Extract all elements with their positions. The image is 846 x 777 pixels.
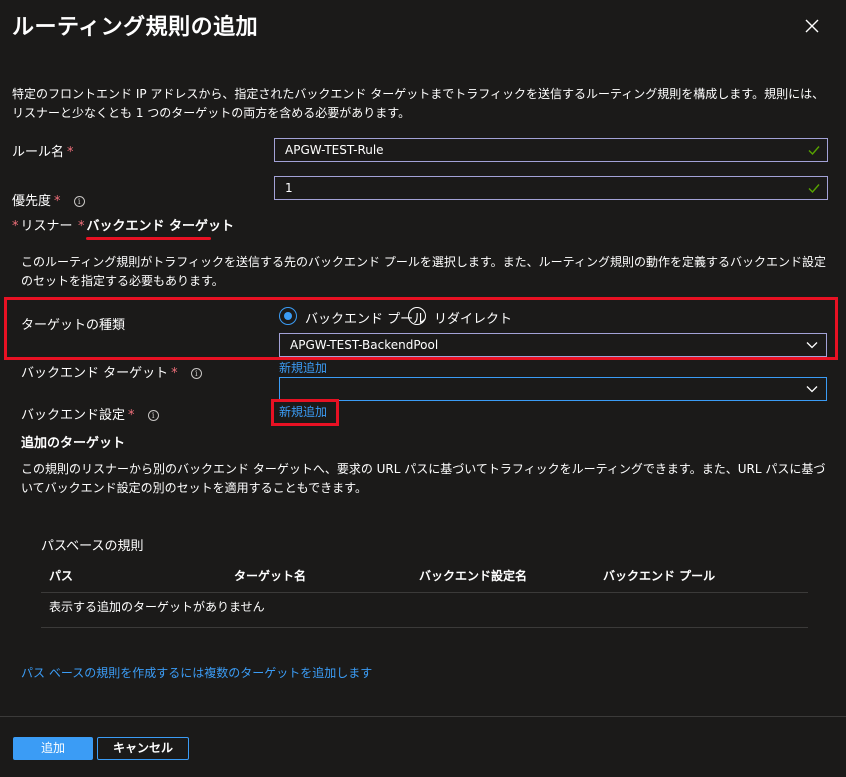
chevron-down-icon [806, 342, 818, 349]
info-icon[interactable]: i [147, 410, 159, 421]
radio-backend-pool[interactable] [279, 307, 297, 325]
check-icon [808, 146, 820, 156]
backend-setting-select[interactable] [279, 377, 827, 401]
radio-redirect[interactable] [408, 307, 426, 325]
backend-description: このルーティング規則がトラフィックを送信する先のバックエンド プールを選択します… [21, 255, 826, 288]
add-new-backend-link[interactable]: 新規追加 [279, 359, 327, 376]
path-rules-info-link[interactable]: パス ベースの規則を作成するには複数のターゲットを追加します [21, 664, 372, 681]
table-divider [41, 627, 808, 628]
column-header-backend-pool: バックエンド プール [603, 569, 716, 583]
empty-table-message: 表示する追加のターゲットがありません [49, 600, 265, 614]
check-icon [808, 184, 820, 194]
backend-target-label: バックエンド ターゲット * i [21, 362, 202, 381]
column-header-path: パス [49, 569, 74, 583]
chevron-down-icon [806, 386, 818, 393]
target-type-label: ターゲットの種類 [21, 318, 126, 333]
backend-pool-select[interactable]: APGW-TEST-BackendPool [279, 333, 827, 357]
active-tab-indicator [86, 237, 211, 240]
priority-input[interactable]: 1 [274, 176, 828, 200]
cancel-button[interactable]: キャンセル [97, 737, 189, 760]
column-header-target-name: ターゲット名 [234, 569, 307, 583]
backend-setting-label: バックエンド設定 * i [21, 404, 159, 423]
info-icon[interactable]: i [190, 368, 202, 379]
additional-targets-heading: 追加のターゲット [21, 436, 126, 451]
footer-divider [0, 716, 846, 717]
radio-redirect-label[interactable]: リダイレクト [434, 308, 512, 327]
backend-pool-value: APGW-TEST-BackendPool [290, 338, 439, 352]
add-new-setting-link[interactable]: 新規追加 [279, 403, 327, 420]
rule-name-label: ルール名 * [12, 145, 74, 160]
add-button[interactable]: 追加 [13, 737, 93, 760]
rule-name-value: APGW-TEST-Rule [285, 143, 384, 157]
tab-listener[interactable]: * リスナー [12, 215, 73, 234]
info-icon[interactable]: i [73, 196, 85, 207]
rule-name-input[interactable]: APGW-TEST-Rule [274, 138, 828, 162]
tab-backend-target[interactable]: * バックエンド ターゲット [78, 215, 234, 234]
column-header-backend-setting: バックエンド設定名 [419, 569, 528, 583]
table-divider [41, 592, 808, 593]
additional-targets-description: この規則のリスナーから別のバックエンド ターゲットへ、要求の URL パスに基づ… [21, 462, 826, 495]
page-description: 特定のフロントエンド IP アドレスから、指定されたバックエンド ターゲットまで… [12, 87, 825, 120]
priority-value: 1 [285, 181, 293, 195]
page-title: ルーティング規則の追加 [12, 15, 259, 40]
priority-label: 優先度 * i [12, 190, 85, 209]
path-rules-title: パスベースの規則 [41, 539, 144, 554]
close-icon[interactable] [800, 14, 824, 38]
